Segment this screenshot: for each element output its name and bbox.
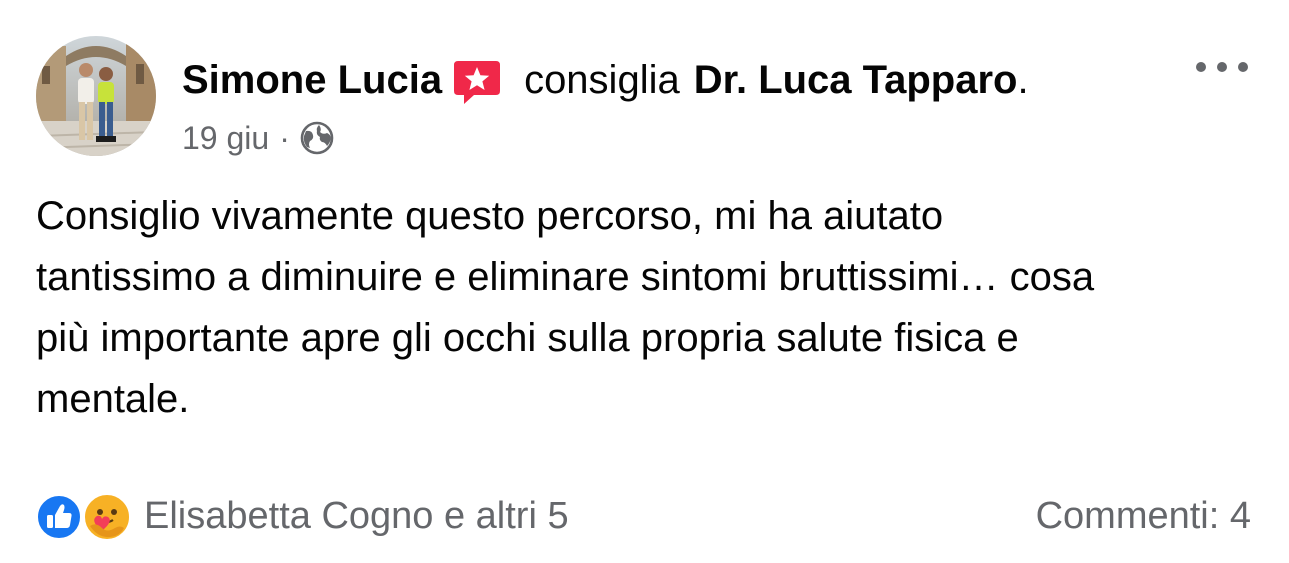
recommendation-star-icon — [452, 57, 502, 107]
post-body-line: mentale. — [36, 377, 190, 421]
recommendation-post: Simone Lucia consiglia Dr. Luca Tapparo.… — [0, 0, 1289, 563]
post-timestamp[interactable]: 19 giu — [182, 120, 269, 157]
post-meta: 19 giu · — [182, 118, 334, 158]
reactions-summary[interactable]: Elisabetta Cogno e altri 5 — [36, 490, 569, 542]
more-options-icon[interactable] — [1196, 52, 1248, 82]
more-dot — [1196, 62, 1206, 72]
reaction-icons — [36, 490, 136, 542]
like-icon — [36, 494, 82, 540]
more-dot — [1217, 62, 1227, 72]
author-name[interactable]: Simone Lucia — [182, 58, 442, 103]
comments-count[interactable]: Commenti: 4 — [1036, 490, 1251, 542]
care-icon — [82, 492, 132, 542]
post-body: Consiglio vivamente questo percorso, mi … — [36, 186, 1256, 430]
page-name-period: . — [1017, 57, 1029, 102]
meta-separator: · — [279, 119, 290, 156]
globe-icon[interactable] — [300, 121, 334, 155]
post-body-line: Consiglio vivamente questo percorso, mi … — [36, 194, 944, 238]
post-body-line: tantissimo a diminuire e eliminare sinto… — [36, 255, 1095, 299]
more-dot — [1238, 62, 1248, 72]
post-header: Simone Lucia consiglia Dr. Luca Tapparo. — [182, 52, 1029, 108]
post-body-line: più importante apre gli occhi sulla prop… — [36, 316, 1019, 360]
avatar-photo — [36, 36, 156, 156]
reaction-names[interactable]: Elisabetta Cogno e altri 5 — [144, 495, 569, 538]
page-link[interactable]: Dr. Luca Tapparo — [694, 58, 1018, 103]
recommends-verb: consiglia — [524, 57, 680, 102]
avatar[interactable] — [36, 36, 156, 156]
